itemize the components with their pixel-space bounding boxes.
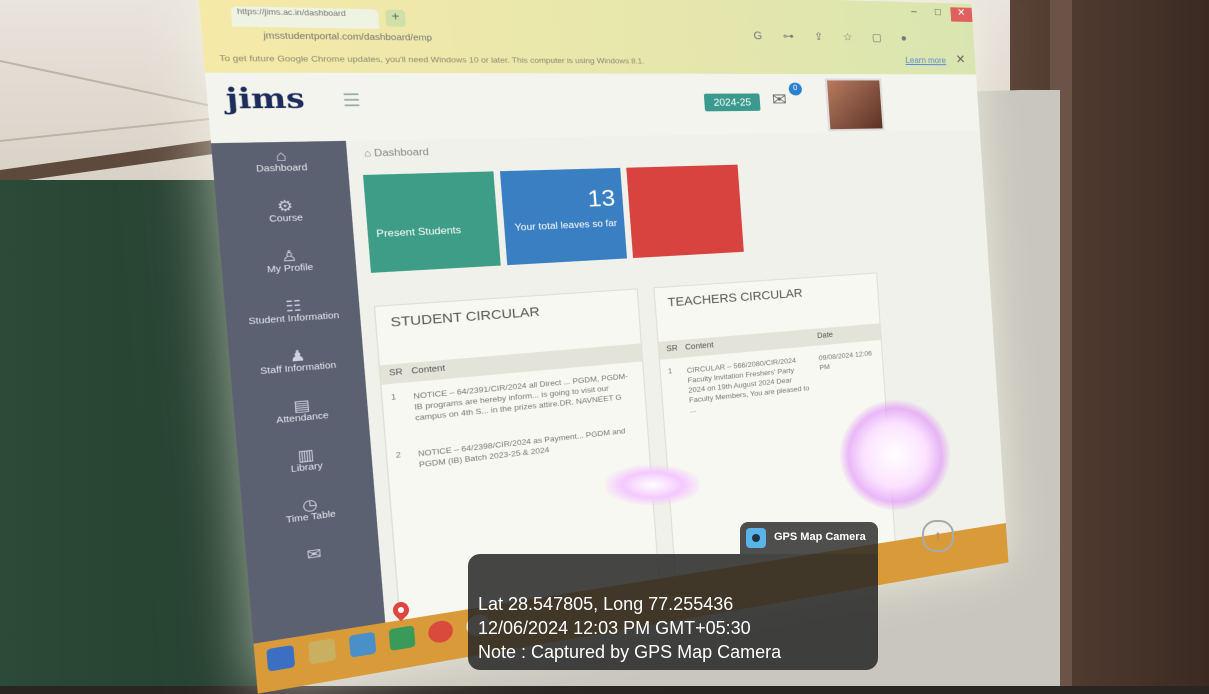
sidebar-item-label: Dashboard — [255, 164, 308, 175]
sidebar-item-label: My Profile — [266, 263, 314, 275]
home-icon: ⌂ — [274, 146, 288, 165]
update-warning: To get future Google Chrome updates, you… — [219, 54, 645, 66]
menu-icon[interactable]: ☰ — [342, 90, 362, 111]
avatar[interactable] — [824, 78, 885, 132]
table-row[interactable]: NOTICE – 64/2398/CIR/2024 as Payment... … — [418, 425, 639, 471]
column-header: Date — [816, 331, 834, 341]
camera-icon — [746, 528, 766, 548]
present-students-card[interactable]: Present Students — [363, 171, 501, 273]
start-icon[interactable] — [266, 644, 296, 672]
close-icon[interactable]: ✕ — [955, 52, 966, 66]
gps-info-box: Lat 28.547805, Long 77.255436 12/06/2024… — [468, 554, 878, 670]
panel-title: TEACHERS CIRCULAR — [667, 287, 803, 310]
gps-tag-label: GPS Map Camera — [774, 531, 866, 543]
panel-title: STUDENT CIRCULAR — [390, 305, 541, 331]
lat-long: Lat 28.547805, Long 77.255436 — [478, 594, 734, 614]
table-row[interactable]: NOTICE – 64/2391/CIR/2024 all Direct ...… — [413, 371, 635, 424]
note: Note : Captured by GPS Map Camera — [478, 642, 782, 662]
datetime: 12/06/2024 12:03 PM GMT+05:30 — [478, 618, 751, 638]
new-tab-button[interactable]: + — [385, 9, 407, 27]
learn-more-link[interactable]: Learn more — [905, 56, 946, 66]
column-header: Content — [684, 341, 714, 352]
column-header: SR — [388, 368, 404, 378]
gps-camera-tag: GPS Map Camera — [740, 522, 878, 554]
breadcrumb[interactable]: ⌂ Dashboard — [364, 147, 430, 159]
year-selector[interactable]: 2024-25 — [703, 93, 761, 112]
column-header: SR — [666, 344, 679, 354]
minimize-button[interactable]: – — [903, 6, 926, 21]
projector-glare — [840, 400, 950, 510]
store-icon[interactable] — [388, 625, 416, 652]
chrome-icon[interactable] — [427, 619, 454, 645]
card-label: Present Students — [375, 224, 462, 240]
red-card[interactable] — [626, 164, 744, 259]
browser-chrome: https://jims.ac.in/dashboard + – □ ✕ G ⊶… — [197, 0, 976, 75]
leaves-count: 13 — [586, 186, 617, 213]
row-date: 09/08/2024 12:06 PM — [818, 350, 873, 373]
browser-tab[interactable]: https://jims.ac.in/dashboard — [230, 6, 380, 29]
sidebar-item-dashboard[interactable]: ⌂ Dashboard — [211, 141, 350, 195]
card-label: Your total leaves so far — [514, 218, 618, 234]
row-sr: 2 — [395, 451, 402, 461]
ie-icon[interactable] — [348, 631, 377, 658]
leaves-card[interactable]: 13 Your total leaves so far — [499, 167, 627, 266]
mail-count-badge: 0 — [788, 82, 803, 96]
row-sr: 1 — [667, 367, 673, 376]
close-window-button[interactable]: ✕ — [950, 7, 973, 22]
column-header: Content — [411, 364, 446, 376]
jims-logo: jims — [224, 82, 306, 117]
address-bar[interactable]: jmsstudentportal.com/dashboard/emp — [217, 32, 823, 55]
scroll-top-icon[interactable]: ↑ — [922, 520, 954, 552]
maximize-button[interactable]: □ — [927, 7, 950, 22]
sidebar-item-course[interactable]: ⚙ Course — [215, 190, 354, 245]
mail-icon[interactable]: ✉ — [771, 89, 787, 111]
row-sr: 1 — [390, 393, 397, 403]
sidebar-item-profile[interactable]: ♙ My Profile — [220, 239, 358, 296]
table-row[interactable]: CIRCULAR – 566/2080/CIR/2024 Faculty Inv… — [687, 355, 814, 416]
lens-glare — [605, 465, 700, 505]
sidebar-item-label: Course — [268, 214, 304, 225]
explorer-icon[interactable] — [308, 638, 337, 665]
